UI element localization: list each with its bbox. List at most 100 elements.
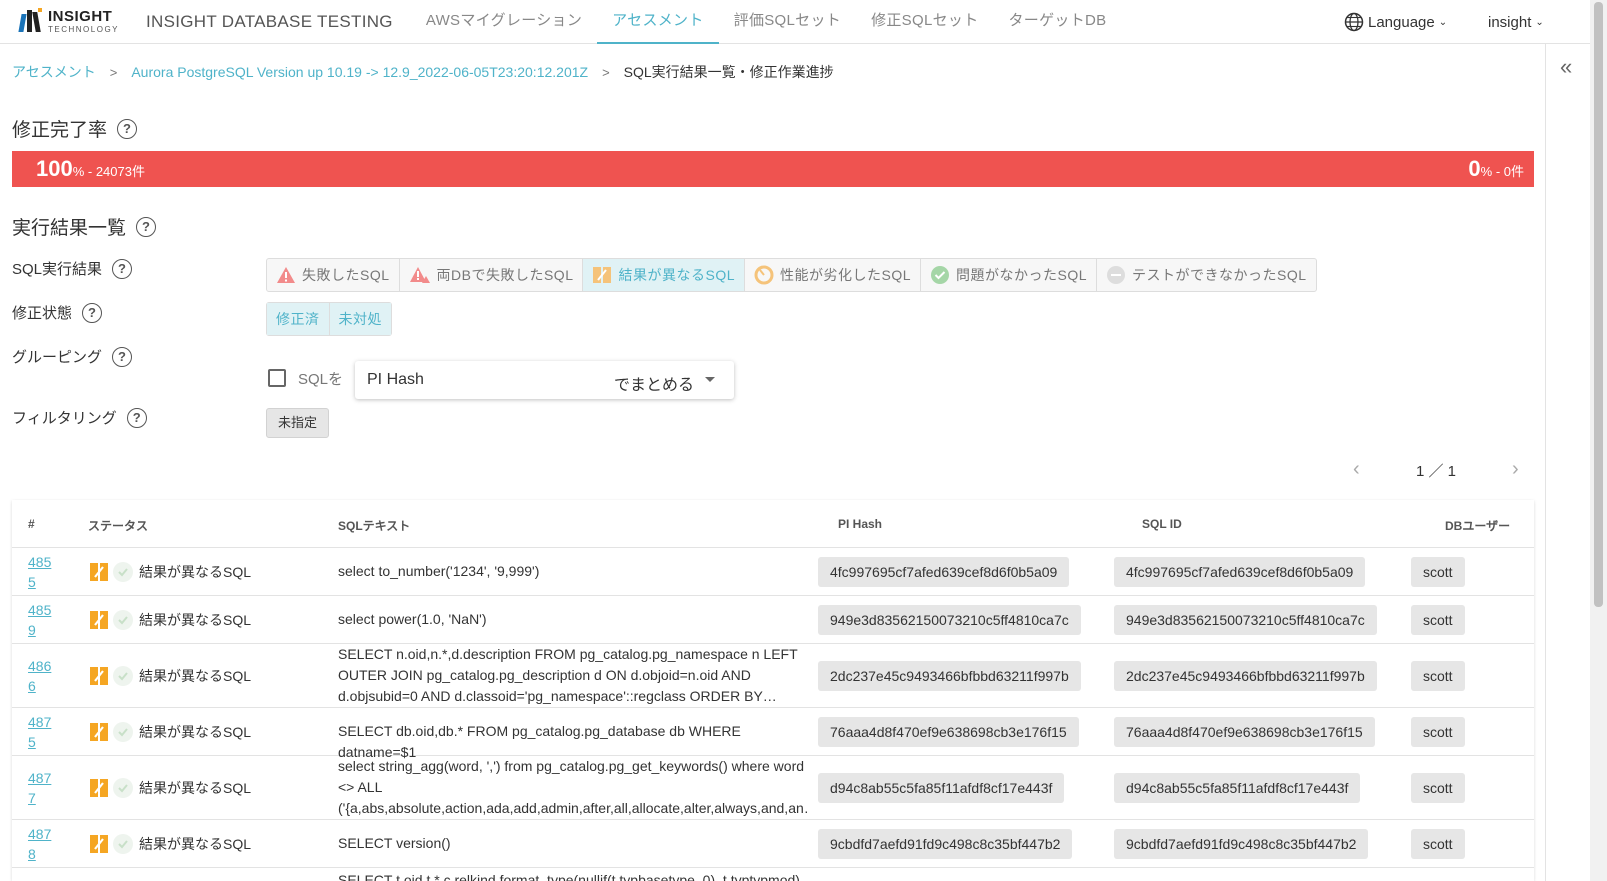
collapse-panel-icon[interactable]: « <box>1560 54 1572 80</box>
help-icon[interactable]: ? <box>82 302 103 323</box>
breadcrumb: アセスメント > Aurora PostgreSQL Version up 10… <box>12 62 834 82</box>
row-status: 結果が異なるSQL <box>89 609 251 631</box>
globe-icon <box>1344 12 1364 32</box>
row-pi-hash[interactable]: 76aaa4d8f470ef9e638698cb3e176f15 <box>818 717 1079 747</box>
side-rail: « <box>1545 44 1590 881</box>
nav-target-db[interactable]: ターゲットDB <box>994 0 1122 44</box>
row-number-link[interactable]: 4855 <box>28 552 58 592</box>
row-db-user[interactable]: scott <box>1411 557 1465 587</box>
row-number-link[interactable]: 4877 <box>28 768 58 808</box>
page-indicator: 1 ／ 1 <box>1416 463 1457 480</box>
breadcrumb-separator: > <box>602 64 610 80</box>
user-label: insight <box>1488 13 1532 31</box>
row-sql-id[interactable]: 949e3d83562150073210c5ff4810ca7c <box>1114 605 1377 635</box>
different-result-icon <box>90 723 108 741</box>
grouping-suffix: でまとめる <box>614 377 695 394</box>
table-row: 4855 結果が異なるSQL select to_number('1234', '9… <box>12 548 1534 596</box>
row-pi-hash[interactable]: 949e3d83562150073210c5ff4810ca7c <box>818 605 1081 635</box>
help-icon[interactable]: ? <box>126 407 147 428</box>
app-title: INSIGHT DATABASE TESTING <box>146 11 393 31</box>
insight-logo[interactable]: INSIGHT TECHNOLOGY <box>18 4 130 40</box>
row-status: 結果が異なるSQL <box>89 721 251 743</box>
filter-unhandled[interactable]: 未対処 <box>329 303 391 335</box>
progress-remaining: 0% - 0件 <box>1468 156 1524 181</box>
main-nav: AWSマイグレーション アセスメント 評価SQLセット 修正SQLセット ターゲ… <box>411 0 1122 44</box>
row-status-text: 結果が異なるSQL <box>139 564 252 580</box>
logo-text: INSIGHT <box>48 8 113 25</box>
row-sql-id[interactable]: d94c8ab55c5fa85f11afdf8cf17e443f <box>1114 773 1361 803</box>
filtering-label: フィルタリング? <box>12 407 147 428</box>
chevron-left-icon[interactable]: ‹ <box>1353 458 1360 481</box>
filter-failed-sql[interactable]: 失敗したSQL <box>267 259 400 291</box>
col-status: ステータス <box>88 519 149 533</box>
row-sql-id[interactable]: 76aaa4d8f470ef9e638698cb3e176f15 <box>1114 717 1375 747</box>
grouping-checkbox[interactable] <box>268 369 286 387</box>
row-number-link[interactable]: 4875 <box>28 712 58 752</box>
filter-fixed[interactable]: 修正済 <box>267 303 330 335</box>
row-number-link[interactable]: 4878 <box>28 824 58 864</box>
page-scrollbar[interactable] <box>1590 0 1607 881</box>
filter-degraded-sql[interactable]: 性能が劣化したSQL <box>745 259 922 291</box>
logo-mark-icon <box>18 7 44 36</box>
row-db-user[interactable]: scott <box>1411 773 1465 803</box>
row-sql-text: select power(1.0, 'NaN') <box>338 611 487 627</box>
chevron-down-icon: ⌄ <box>1438 16 1448 28</box>
filter-untested-sql[interactable]: テストができなかったSQL <box>1097 259 1316 291</box>
row-pi-hash[interactable]: 2dc237e45c9493466bfbbd63211f997b <box>818 661 1081 691</box>
user-menu[interactable]: insight ⌄ <box>1488 0 1544 44</box>
warning-icon <box>277 267 295 283</box>
breadcrumb-assessment[interactable]: アセスメント <box>12 62 96 82</box>
check-circle-icon <box>931 266 950 284</box>
filter-unspecified-button[interactable]: 未指定 <box>266 408 330 438</box>
row-status: 結果が異なるSQL <box>89 833 251 855</box>
row-number-link[interactable]: 4859 <box>28 600 58 640</box>
help-icon[interactable]: ? <box>112 346 133 367</box>
scrollbar-thumb[interactable] <box>1594 2 1603 607</box>
progress-done: 100% - 24073件 <box>36 156 145 181</box>
check-icon <box>113 834 133 854</box>
row-status-text: 結果が異なるSQL <box>139 780 252 796</box>
check-icon <box>113 722 133 742</box>
row-sql-text: select to_number('1234', '9,999') <box>338 563 540 579</box>
breadcrumb-separator: > <box>109 64 118 80</box>
col-number: # <box>28 517 35 531</box>
chevron-right-icon[interactable]: › <box>1512 458 1519 481</box>
help-icon[interactable]: ? <box>112 258 133 279</box>
gauge-icon <box>754 265 774 285</box>
row-sql-text: SELECT n.oid,n.*,d.description FROM pg_c… <box>338 646 798 704</box>
help-icon[interactable]: ? <box>136 216 157 237</box>
row-pi-hash[interactable]: d94c8ab55c5fa85f11afdf8cf17e443f <box>818 773 1065 803</box>
check-icon <box>113 666 133 686</box>
row-pi-hash[interactable]: 9cbdfd7aefd91fd9c498c8c35bf447b2 <box>818 829 1073 859</box>
language-menu[interactable]: Language ⌄ <box>1344 0 1447 44</box>
different-result-icon <box>90 667 108 685</box>
row-db-user[interactable]: scott <box>1411 829 1465 859</box>
grouping-select-value: PI Hash <box>367 371 424 388</box>
row-sql-id[interactable]: 4fc997695cf7afed639cef8d6f0b5a09 <box>1114 557 1366 587</box>
caret-down-icon <box>705 377 715 382</box>
row-db-user[interactable]: scott <box>1411 717 1465 747</box>
different-result-icon <box>90 779 108 797</box>
row-db-user[interactable]: scott <box>1411 605 1465 635</box>
nav-eval-sql-set[interactable]: 評価SQLセット <box>719 0 856 44</box>
row-db-user[interactable]: scott <box>1411 661 1465 691</box>
filter-ok-sql[interactable]: 問題がなかったSQL <box>921 259 1098 291</box>
col-pi-hash: PI Hash <box>838 517 883 531</box>
row-pi-hash[interactable]: 4fc997695cf7afed639cef8d6f0b5a09 <box>818 557 1070 587</box>
row-sql-id[interactable]: 2dc237e45c9493466bfbbd63211f997b <box>1114 661 1377 691</box>
nav-fix-sql-set[interactable]: 修正SQLセット <box>856 0 993 44</box>
grouping-label: グルーピング? <box>12 346 133 367</box>
nav-aws-migration[interactable]: AWSマイグレーション <box>411 0 597 44</box>
row-sql-id[interactable]: 9cbdfd7aefd91fd9c498c8c35bf447b2 <box>1114 829 1369 859</box>
help-icon[interactable]: ? <box>117 118 138 139</box>
breadcrumb-assessment-detail[interactable]: Aurora PostgreSQL Version up 10.19 -> 12… <box>131 64 588 80</box>
filter-different-result-sql[interactable]: 結果が異なるSQL <box>583 259 745 291</box>
row-number-link[interactable]: 4866 <box>28 656 58 696</box>
results-table: # ステータス SQLテキスト PI Hash SQL ID DBユーザー 48… <box>12 500 1534 881</box>
filter-both-failed-sql[interactable]: 両DBで失敗したSQL <box>400 259 584 291</box>
grouping-select[interactable]: PI Hash でまとめる <box>355 361 734 399</box>
check-icon <box>113 562 133 582</box>
table-row: 4859 結果が異なるSQL select power(1.0, 'NaN') 949… <box>12 596 1534 644</box>
nav-assessment[interactable]: アセスメント <box>597 0 719 44</box>
progress-title: 修正完了率 ? <box>12 115 138 142</box>
